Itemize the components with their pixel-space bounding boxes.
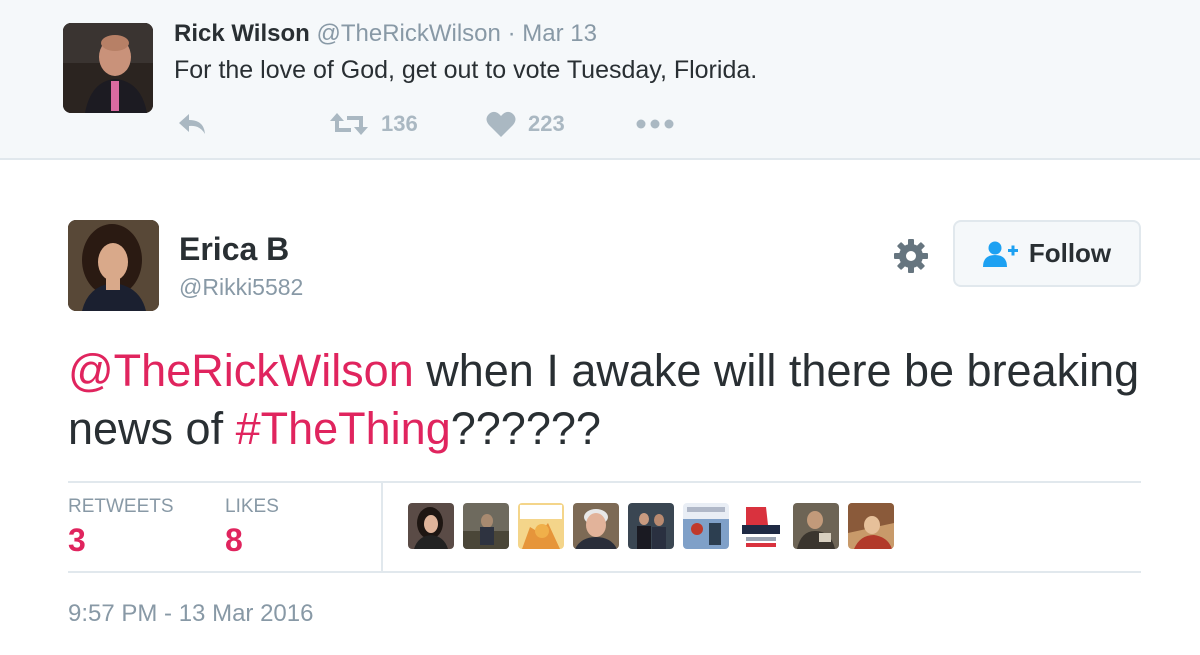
parent-tweet[interactable]: Rick Wilson @TheRickWilson · Mar 13 For … [0, 0, 1200, 160]
liker-avatar[interactable] [848, 503, 894, 549]
like-count: 223 [528, 111, 565, 136]
stats-divider [381, 483, 383, 571]
header-separator: · [507, 20, 516, 47]
liker-avatar[interactable] [683, 503, 729, 549]
liker-avatar[interactable] [463, 503, 509, 549]
follow-button-label: Follow [1028, 238, 1112, 268]
stats-bottom-divider [68, 571, 1141, 573]
more-button[interactable] [636, 108, 674, 140]
parent-author-handle[interactable]: @TheRickWilson [316, 20, 500, 47]
parent-avatar[interactable] [63, 23, 153, 113]
retweets-label[interactable]: RETWEETS [68, 496, 174, 518]
author-name[interactable]: Erica B [179, 231, 289, 268]
parent-tweet-text: For the love of God, get out to vote Tue… [174, 56, 758, 84]
parent-author-name[interactable]: Rick Wilson [174, 20, 310, 47]
reply-button[interactable] [176, 108, 208, 140]
author-handle[interactable]: @Rikki5582 [179, 274, 303, 301]
reply-icon [179, 114, 205, 134]
parent-tweet-actions: 136 223 [174, 108, 694, 140]
tweet-text: @TheRickWilson when I awake will there b… [68, 342, 1148, 458]
mention-link[interactable]: @TheRickWilson [68, 345, 414, 396]
liker-avatar[interactable] [573, 503, 619, 549]
retweet-button[interactable]: 136 [329, 108, 418, 140]
liker-avatar[interactable] [628, 503, 674, 549]
follow-button[interactable]: Follow [953, 220, 1141, 287]
more-icon [636, 119, 674, 129]
retweet-count: 136 [381, 111, 418, 136]
liker-avatar[interactable] [518, 503, 564, 549]
tweet-text-tail: ?????? [450, 403, 601, 454]
follow-user-icon [982, 241, 1018, 267]
tweet-timestamp[interactable]: 9:57 PM - 13 Mar 2016 [68, 600, 313, 628]
liker-avatar[interactable] [408, 503, 454, 549]
parent-tweet-header: Rick Wilson @TheRickWilson · Mar 13 [174, 20, 597, 48]
gear-icon[interactable] [893, 238, 929, 274]
likes-label[interactable]: LIKES [225, 496, 279, 518]
author-avatar[interactable] [68, 220, 159, 311]
hashtag-link[interactable]: #TheThing [236, 403, 451, 454]
liker-avatar[interactable] [793, 503, 839, 549]
likes-value[interactable]: 8 [225, 522, 243, 559]
retweet-icon [330, 113, 368, 135]
retweets-value[interactable]: 3 [68, 522, 86, 559]
like-button[interactable]: 223 [486, 108, 565, 140]
stats-top-divider [68, 481, 1141, 483]
heart-icon [486, 111, 516, 137]
parent-tweet-date[interactable]: Mar 13 [522, 20, 597, 47]
liker-avatars [408, 503, 903, 551]
liker-avatar[interactable] [738, 503, 784, 549]
